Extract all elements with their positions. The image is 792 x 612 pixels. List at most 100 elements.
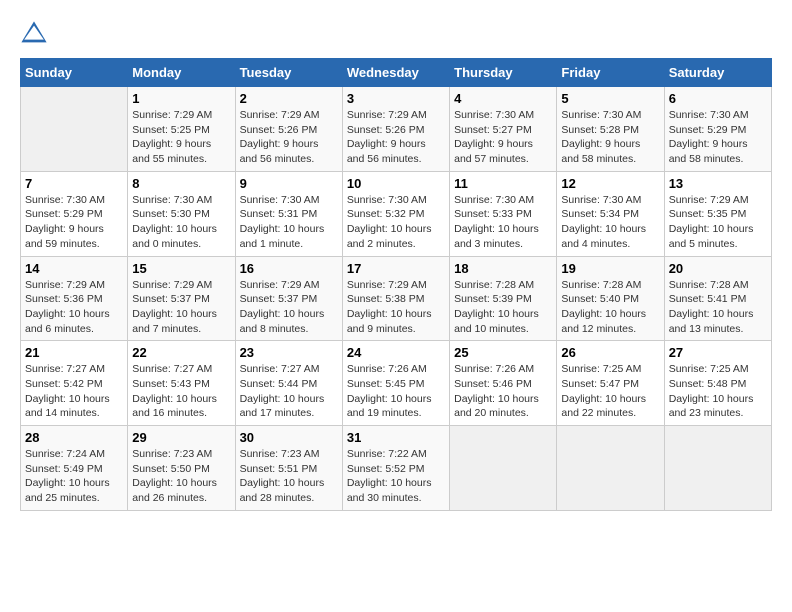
day-info: Sunrise: 7:30 AMSunset: 5:33 PMDaylight:… xyxy=(454,193,552,252)
day-info: Sunrise: 7:27 AMSunset: 5:42 PMDaylight:… xyxy=(25,362,123,421)
page-header xyxy=(20,20,772,48)
day-info: Sunrise: 7:26 AMSunset: 5:46 PMDaylight:… xyxy=(454,362,552,421)
day-number: 5 xyxy=(561,91,659,106)
calendar-cell: 7 Sunrise: 7:30 AMSunset: 5:29 PMDayligh… xyxy=(21,171,128,256)
calendar-cell: 1 Sunrise: 7:29 AMSunset: 5:25 PMDayligh… xyxy=(128,87,235,172)
calendar-cell: 20 Sunrise: 7:28 AMSunset: 5:41 PMDaylig… xyxy=(664,256,771,341)
calendar-week-row: 21 Sunrise: 7:27 AMSunset: 5:42 PMDaylig… xyxy=(21,341,772,426)
calendar-cell: 19 Sunrise: 7:28 AMSunset: 5:40 PMDaylig… xyxy=(557,256,664,341)
day-number: 23 xyxy=(240,345,338,360)
calendar-cell xyxy=(557,426,664,511)
calendar-week-row: 14 Sunrise: 7:29 AMSunset: 5:36 PMDaylig… xyxy=(21,256,772,341)
calendar-cell: 4 Sunrise: 7:30 AMSunset: 5:27 PMDayligh… xyxy=(450,87,557,172)
day-number: 22 xyxy=(132,345,230,360)
day-info: Sunrise: 7:29 AMSunset: 5:35 PMDaylight:… xyxy=(669,193,767,252)
calendar-cell: 14 Sunrise: 7:29 AMSunset: 5:36 PMDaylig… xyxy=(21,256,128,341)
day-info: Sunrise: 7:30 AMSunset: 5:31 PMDaylight:… xyxy=(240,193,338,252)
calendar-cell xyxy=(664,426,771,511)
day-number: 12 xyxy=(561,176,659,191)
weekday-header-row: SundayMondayTuesdayWednesdayThursdayFrid… xyxy=(21,59,772,87)
day-info: Sunrise: 7:29 AMSunset: 5:37 PMDaylight:… xyxy=(132,278,230,337)
calendar-cell: 27 Sunrise: 7:25 AMSunset: 5:48 PMDaylig… xyxy=(664,341,771,426)
weekday-header-thursday: Thursday xyxy=(450,59,557,87)
calendar-cell: 18 Sunrise: 7:28 AMSunset: 5:39 PMDaylig… xyxy=(450,256,557,341)
calendar-cell xyxy=(450,426,557,511)
day-number: 2 xyxy=(240,91,338,106)
calendar-cell: 12 Sunrise: 7:30 AMSunset: 5:34 PMDaylig… xyxy=(557,171,664,256)
day-number: 29 xyxy=(132,430,230,445)
day-number: 24 xyxy=(347,345,445,360)
calendar-cell: 5 Sunrise: 7:30 AMSunset: 5:28 PMDayligh… xyxy=(557,87,664,172)
day-number: 6 xyxy=(669,91,767,106)
day-number: 18 xyxy=(454,261,552,276)
day-number: 1 xyxy=(132,91,230,106)
weekday-header-tuesday: Tuesday xyxy=(235,59,342,87)
calendar-cell: 26 Sunrise: 7:25 AMSunset: 5:47 PMDaylig… xyxy=(557,341,664,426)
day-info: Sunrise: 7:22 AMSunset: 5:52 PMDaylight:… xyxy=(347,447,445,506)
weekday-header-saturday: Saturday xyxy=(664,59,771,87)
calendar-cell: 6 Sunrise: 7:30 AMSunset: 5:29 PMDayligh… xyxy=(664,87,771,172)
day-info: Sunrise: 7:29 AMSunset: 5:26 PMDaylight:… xyxy=(347,108,445,167)
calendar-cell: 25 Sunrise: 7:26 AMSunset: 5:46 PMDaylig… xyxy=(450,341,557,426)
day-info: Sunrise: 7:27 AMSunset: 5:43 PMDaylight:… xyxy=(132,362,230,421)
calendar-cell: 9 Sunrise: 7:30 AMSunset: 5:31 PMDayligh… xyxy=(235,171,342,256)
day-info: Sunrise: 7:30 AMSunset: 5:34 PMDaylight:… xyxy=(561,193,659,252)
calendar-table: SundayMondayTuesdayWednesdayThursdayFrid… xyxy=(20,58,772,511)
day-number: 16 xyxy=(240,261,338,276)
weekday-header-wednesday: Wednesday xyxy=(342,59,449,87)
calendar-cell: 17 Sunrise: 7:29 AMSunset: 5:38 PMDaylig… xyxy=(342,256,449,341)
day-number: 31 xyxy=(347,430,445,445)
day-number: 3 xyxy=(347,91,445,106)
calendar-cell: 29 Sunrise: 7:23 AMSunset: 5:50 PMDaylig… xyxy=(128,426,235,511)
day-number: 26 xyxy=(561,345,659,360)
calendar-cell: 21 Sunrise: 7:27 AMSunset: 5:42 PMDaylig… xyxy=(21,341,128,426)
logo-icon xyxy=(20,20,48,48)
calendar-cell: 10 Sunrise: 7:30 AMSunset: 5:32 PMDaylig… xyxy=(342,171,449,256)
day-number: 14 xyxy=(25,261,123,276)
day-number: 25 xyxy=(454,345,552,360)
day-number: 27 xyxy=(669,345,767,360)
day-info: Sunrise: 7:30 AMSunset: 5:32 PMDaylight:… xyxy=(347,193,445,252)
day-info: Sunrise: 7:25 AMSunset: 5:48 PMDaylight:… xyxy=(669,362,767,421)
day-info: Sunrise: 7:29 AMSunset: 5:25 PMDaylight:… xyxy=(132,108,230,167)
day-info: Sunrise: 7:30 AMSunset: 5:29 PMDaylight:… xyxy=(669,108,767,167)
day-info: Sunrise: 7:27 AMSunset: 5:44 PMDaylight:… xyxy=(240,362,338,421)
calendar-cell xyxy=(21,87,128,172)
calendar-cell: 24 Sunrise: 7:26 AMSunset: 5:45 PMDaylig… xyxy=(342,341,449,426)
day-info: Sunrise: 7:28 AMSunset: 5:40 PMDaylight:… xyxy=(561,278,659,337)
calendar-cell: 16 Sunrise: 7:29 AMSunset: 5:37 PMDaylig… xyxy=(235,256,342,341)
calendar-cell: 3 Sunrise: 7:29 AMSunset: 5:26 PMDayligh… xyxy=(342,87,449,172)
calendar-cell: 11 Sunrise: 7:30 AMSunset: 5:33 PMDaylig… xyxy=(450,171,557,256)
day-info: Sunrise: 7:29 AMSunset: 5:26 PMDaylight:… xyxy=(240,108,338,167)
day-number: 15 xyxy=(132,261,230,276)
day-info: Sunrise: 7:26 AMSunset: 5:45 PMDaylight:… xyxy=(347,362,445,421)
day-info: Sunrise: 7:30 AMSunset: 5:27 PMDaylight:… xyxy=(454,108,552,167)
weekday-header-sunday: Sunday xyxy=(21,59,128,87)
day-info: Sunrise: 7:28 AMSunset: 5:39 PMDaylight:… xyxy=(454,278,552,337)
calendar-cell: 8 Sunrise: 7:30 AMSunset: 5:30 PMDayligh… xyxy=(128,171,235,256)
calendar-week-row: 28 Sunrise: 7:24 AMSunset: 5:49 PMDaylig… xyxy=(21,426,772,511)
day-number: 21 xyxy=(25,345,123,360)
day-number: 11 xyxy=(454,176,552,191)
day-number: 30 xyxy=(240,430,338,445)
day-info: Sunrise: 7:25 AMSunset: 5:47 PMDaylight:… xyxy=(561,362,659,421)
day-number: 19 xyxy=(561,261,659,276)
day-info: Sunrise: 7:28 AMSunset: 5:41 PMDaylight:… xyxy=(669,278,767,337)
calendar-cell: 15 Sunrise: 7:29 AMSunset: 5:37 PMDaylig… xyxy=(128,256,235,341)
calendar-cell: 23 Sunrise: 7:27 AMSunset: 5:44 PMDaylig… xyxy=(235,341,342,426)
day-info: Sunrise: 7:30 AMSunset: 5:29 PMDaylight:… xyxy=(25,193,123,252)
calendar-cell: 13 Sunrise: 7:29 AMSunset: 5:35 PMDaylig… xyxy=(664,171,771,256)
weekday-header-monday: Monday xyxy=(128,59,235,87)
weekday-header-friday: Friday xyxy=(557,59,664,87)
day-info: Sunrise: 7:23 AMSunset: 5:51 PMDaylight:… xyxy=(240,447,338,506)
day-info: Sunrise: 7:24 AMSunset: 5:49 PMDaylight:… xyxy=(25,447,123,506)
calendar-cell: 31 Sunrise: 7:22 AMSunset: 5:52 PMDaylig… xyxy=(342,426,449,511)
day-info: Sunrise: 7:29 AMSunset: 5:36 PMDaylight:… xyxy=(25,278,123,337)
calendar-week-row: 7 Sunrise: 7:30 AMSunset: 5:29 PMDayligh… xyxy=(21,171,772,256)
day-number: 8 xyxy=(132,176,230,191)
calendar-cell: 30 Sunrise: 7:23 AMSunset: 5:51 PMDaylig… xyxy=(235,426,342,511)
day-info: Sunrise: 7:29 AMSunset: 5:38 PMDaylight:… xyxy=(347,278,445,337)
calendar-cell: 28 Sunrise: 7:24 AMSunset: 5:49 PMDaylig… xyxy=(21,426,128,511)
calendar-week-row: 1 Sunrise: 7:29 AMSunset: 5:25 PMDayligh… xyxy=(21,87,772,172)
logo xyxy=(20,20,52,48)
